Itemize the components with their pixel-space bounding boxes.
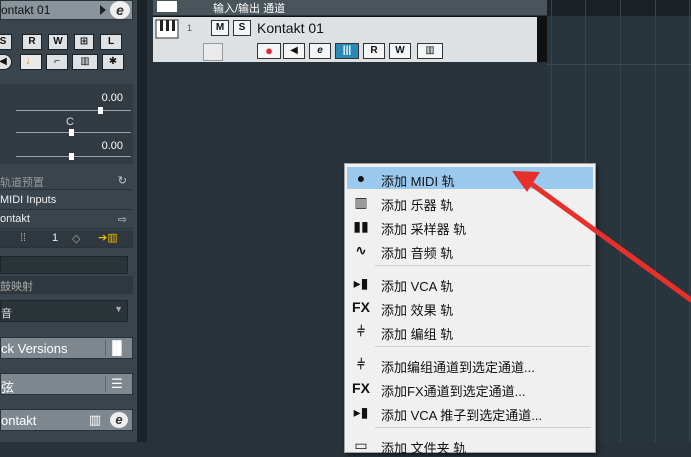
transpose-value: 0.00 — [101, 140, 123, 152]
volume-value: 0.00 — [101, 92, 123, 104]
track-number: 1 — [187, 23, 193, 33]
snowflake-icon[interactable]: ✱ — [102, 54, 124, 70]
pan-fader-knob[interactable] — [69, 129, 74, 136]
edit-button[interactable]: e — [309, 43, 331, 59]
channel-row[interactable]: ⁞⁞ 1 ◇ ➔▥ — [0, 230, 133, 248]
solo-button[interactable]: S — [0, 34, 12, 50]
grid-button[interactable]: ⊞ — [74, 34, 94, 50]
edit-instrument-icon[interactable]: e — [110, 1, 130, 19]
track-preset-row[interactable]: 轨道预置 ↻ — [0, 172, 133, 190]
keyboard-icon[interactable]: ▥ — [84, 412, 106, 428]
fx-icon: FX — [352, 299, 370, 315]
track-versions-section[interactable]: ck Versions ▐▌ — [0, 337, 133, 359]
menu-item-add-vca-fader-to-selected[interactable]: ▸▮ 添加 VCA 推子到选定通道... — [347, 401, 593, 423]
grid-line — [689, 0, 690, 442]
track-color-swatch[interactable] — [203, 43, 223, 61]
lane-icon[interactable]: ⌐ — [46, 54, 68, 70]
group-icon: ⫩ — [356, 323, 366, 339]
instrument-track-icon — [155, 19, 179, 39]
midi-icon: ● — [356, 170, 366, 186]
mute-button[interactable]: M — [211, 20, 229, 36]
menu-separator — [375, 427, 591, 428]
pan-label: C — [66, 116, 74, 128]
keyboard-button[interactable]: ▥ — [417, 43, 443, 59]
menu-item-add-sampler-track[interactable]: ▮▮ 添加 采样器 轨 — [347, 215, 593, 237]
ruler[interactable] — [547, 0, 691, 16]
instrument-icon: ▥ — [354, 194, 368, 210]
io-track-label: 输入/输出 通道 — [213, 3, 286, 15]
expand-arrow-icon[interactable] — [100, 5, 106, 15]
track-divider — [547, 64, 691, 65]
track-name[interactable]: Kontakt 01 — [257, 20, 324, 36]
vca-icon: ▸▮ — [353, 275, 369, 291]
menu-item-add-group-track[interactable]: ⫩ 添加 编组 轨 — [347, 320, 593, 342]
folder-icon: ▭ — [354, 437, 368, 453]
instrument-track-row[interactable]: 1 M S Kontakt 01 ● ◀ e ||| R W ▥ — [153, 16, 547, 62]
delay-fader-knob[interactable] — [69, 153, 74, 160]
channel-value[interactable]: 1 — [52, 232, 58, 244]
refresh-icon[interactable]: ↻ — [118, 174, 127, 187]
dropdown-icon: ▼ — [114, 304, 123, 314]
inspector-track-name: ontakt 01 — [1, 3, 51, 17]
vca-icon: ▸▮ — [353, 404, 369, 420]
add-track-context-menu: ● 添加 MIDI 轨 ▥ 添加 乐器 轨 ▮▮ 添加 采样器 轨 ∿ 添加 音… — [344, 163, 596, 456]
menu-item-add-fx-to-selected[interactable]: FX 添加FX通道到选定通道... — [347, 377, 593, 399]
output-icon[interactable]: ⇨ — [118, 213, 127, 226]
lock-button[interactable]: L — [100, 34, 122, 50]
monitor-button[interactable]: ◀ — [283, 43, 305, 59]
volume-fader[interactable] — [16, 110, 131, 111]
menu-item-add-fx-track[interactable]: FX 添加 效果 轨 — [347, 296, 593, 318]
grid-line — [655, 0, 656, 442]
write-button[interactable]: W — [48, 34, 68, 50]
diamond-icon: ◇ — [72, 233, 81, 245]
program-field[interactable] — [0, 256, 128, 274]
instrument-section[interactable]: ontakt ▥ e — [0, 409, 133, 431]
midi-input-row[interactable]: MIDI Inputs — [0, 192, 133, 210]
volume-fader-knob[interactable] — [98, 107, 103, 114]
inspector-panel: ontakt 01 e S R W ⊞ L ◀ ♩ ⌐ ▥ ✱ 0.00 C 0… — [0, 0, 137, 442]
fader-section: 0.00 C 0.00 — [0, 84, 133, 164]
monitor-icon[interactable]: ◀ — [0, 54, 12, 70]
sound-select[interactable]: 音 ▼ — [0, 300, 128, 322]
audio-icon: ∿ — [355, 242, 367, 258]
track-color-strip — [537, 16, 547, 62]
instrument-edit-icon[interactable]: ➔▥ — [98, 231, 118, 244]
edit-instrument-icon[interactable]: e — [110, 412, 128, 428]
menu-separator — [375, 265, 591, 266]
track-folder-toggle[interactable] — [157, 1, 177, 12]
inspector-track-header[interactable]: ontakt 01 e — [0, 0, 133, 20]
instrument-button[interactable]: ||| — [335, 43, 359, 59]
menu-item-add-vca-track[interactable]: ▸▮ 添加 VCA 轨 — [347, 272, 593, 294]
menu-item-add-group-to-selected[interactable]: ⫩ 添加编组通道到选定通道... — [347, 353, 593, 375]
chord-section[interactable]: 弦 ☰ — [0, 373, 133, 395]
fx-icon: FX — [352, 380, 370, 396]
write-automation-button[interactable]: W — [389, 43, 411, 59]
menu-item-add-folder-track[interactable]: ▭ 添加 文件夹 轨 — [347, 434, 593, 456]
sampler-icon: ▮▮ — [353, 218, 369, 234]
grid-dots-icon: ⁞⁞ — [20, 232, 27, 244]
drum-map-row[interactable]: 鼓映射 — [0, 276, 133, 294]
note-icon[interactable]: ♩ — [20, 54, 42, 70]
io-channel-track[interactable]: 输入/输出 通道 — [153, 0, 547, 15]
read-automation-button[interactable]: R — [363, 43, 385, 59]
menu-item-add-midi-track[interactable]: ● 添加 MIDI 轨 — [347, 167, 593, 189]
list-icon[interactable]: ☰ — [105, 376, 128, 392]
grid-line — [620, 0, 621, 442]
solo-button[interactable]: S — [233, 20, 251, 36]
inspector-divider[interactable] — [137, 0, 147, 442]
versions-icon[interactable]: ▐▌ — [105, 340, 128, 356]
group-icon: ⫩ — [356, 356, 366, 372]
menu-item-add-instrument-track[interactable]: ▥ 添加 乐器 轨 — [347, 191, 593, 213]
menu-item-add-audio-track[interactable]: ∿ 添加 音频 轨 — [347, 239, 593, 261]
midi-output-row[interactable]: ontakt ⇨ — [0, 211, 133, 229]
read-button[interactable]: R — [22, 34, 42, 50]
keyboard-icon[interactable]: ▥ — [72, 54, 98, 70]
record-enable-button[interactable]: ● — [257, 43, 281, 59]
menu-separator — [375, 346, 591, 347]
